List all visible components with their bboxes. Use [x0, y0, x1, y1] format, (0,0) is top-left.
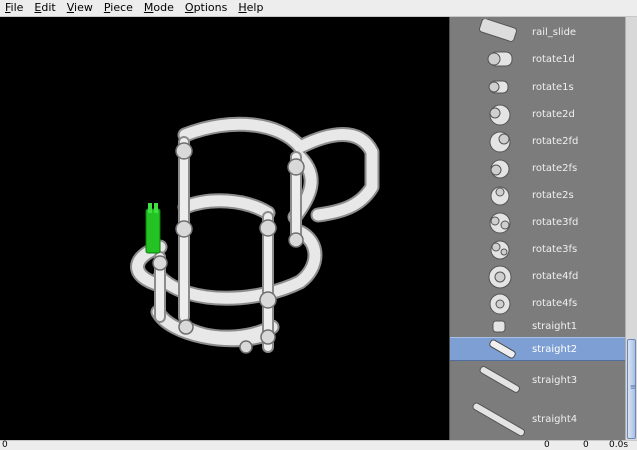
piece-rotate2fd[interactable]: rotate2fd: [450, 128, 625, 155]
straight1-icon: [492, 320, 506, 333]
piece-label: rotate3fd: [532, 217, 579, 228]
rotate4fd-icon: [488, 265, 512, 289]
rotate3fs-icon: [490, 240, 510, 260]
menu-options[interactable]: Options: [179, 0, 232, 16]
piece-label: rail_slide: [532, 26, 577, 38]
rotate2fs-icon: [490, 159, 510, 179]
piece-straight2[interactable]: straight2: [450, 337, 625, 361]
menu-piece[interactable]: Piece: [98, 0, 138, 16]
piece-label: rotate1s: [532, 82, 574, 93]
status-count-b: 0: [583, 440, 589, 450]
piece-rotate2d[interactable]: rotate2d: [450, 101, 625, 128]
menu-edit-label: dit: [41, 1, 56, 14]
menu-help-mnemonic: H: [238, 1, 247, 14]
straight2-icon: [489, 339, 516, 359]
menu-help[interactable]: Help: [232, 0, 268, 16]
status-count-a: 0: [544, 440, 550, 450]
menu-view[interactable]: View: [61, 0, 98, 16]
piece-label: rotate4fd: [532, 271, 579, 282]
pipe-assembly[interactable]: [0, 17, 449, 440]
rotate1d-icon: [487, 51, 513, 67]
piece-label: straight3: [532, 374, 578, 386]
piece-rotate1s[interactable]: rotate1s: [450, 74, 625, 101]
piece-straight3[interactable]: straight3: [450, 362, 625, 398]
active-piece[interactable]: [145, 203, 161, 254]
scrollbar-thumb[interactable]: ≡: [627, 339, 636, 439]
piece-label: straight2: [532, 343, 578, 355]
menu-edit[interactable]: Edit: [28, 0, 60, 16]
rotate2d-icon: [489, 104, 511, 126]
piece-label: rotate2fd: [532, 136, 579, 147]
piece-rotate2s[interactable]: rotate2s: [450, 182, 625, 209]
piece-label: rotate3fs: [532, 244, 578, 255]
grip-icon: ≡: [630, 383, 636, 391]
piece-label: rotate1d: [532, 54, 575, 65]
piece-rotate4fs[interactable]: rotate4fs: [450, 290, 625, 317]
piece-rail-slide[interactable]: rail_slide: [450, 19, 625, 45]
rotate4fs-icon: [489, 293, 511, 315]
piece-label: rotate2fs: [532, 163, 578, 174]
piece-label: straight1: [532, 321, 578, 332]
piece-straight1[interactable]: straight1: [450, 317, 625, 336]
piece-rotate3fs[interactable]: rotate3fs: [450, 236, 625, 263]
piece-palette[interactable]: rail_slide rotate1d rotate1s rotate2d ro…: [449, 17, 625, 440]
menu-view-mnemonic: V: [66, 1, 75, 14]
status-left: 0: [2, 440, 8, 450]
menu-options-mnemonic: O: [184, 1, 194, 14]
menu-file[interactable]: File: [0, 0, 28, 16]
rotate1s-icon: [488, 80, 509, 94]
menu-view-label: iew: [74, 1, 93, 14]
rail-slide-icon: [478, 19, 518, 42]
piece-rotate1d[interactable]: rotate1d: [450, 46, 625, 73]
status-time: 0.0s: [609, 440, 629, 450]
menu-mode[interactable]: Mode: [138, 0, 179, 16]
menu-bar: File Edit View Piece Mode Options Help: [0, 0, 637, 17]
3d-viewport[interactable]: [0, 17, 449, 440]
pipe-structure: [130, 116, 380, 353]
status-bar: 0 0 0 0.0s: [0, 440, 637, 450]
piece-label: rotate2d: [532, 109, 575, 120]
straight3-icon: [479, 366, 520, 393]
menu-mode-mnemonic: M: [143, 1, 154, 14]
piece-rotate3fd[interactable]: rotate3fd: [450, 209, 625, 236]
piece-label: straight4: [532, 414, 578, 425]
piece-label: rotate2s: [532, 190, 574, 201]
rotate2fd-icon: [489, 131, 511, 153]
piece-rotate2fs[interactable]: rotate2fs: [450, 155, 625, 182]
piece-label: rotate4fs: [532, 298, 578, 309]
palette-scrollbar[interactable]: ≡: [625, 17, 637, 440]
menu-file-label: ile: [10, 1, 24, 14]
rotate3fd-icon: [489, 212, 511, 234]
straight4-icon: [472, 402, 526, 437]
menu-help-label: elp: [246, 1, 264, 14]
menu-options-label: ptions: [193, 1, 228, 14]
menu-mode-label: ode: [153, 1, 174, 14]
menu-piece-label: iece: [110, 1, 133, 14]
rotate2s-icon: [490, 186, 510, 206]
piece-rotate4fd[interactable]: rotate4fd: [450, 263, 625, 290]
piece-straight4[interactable]: straight4: [450, 399, 625, 440]
